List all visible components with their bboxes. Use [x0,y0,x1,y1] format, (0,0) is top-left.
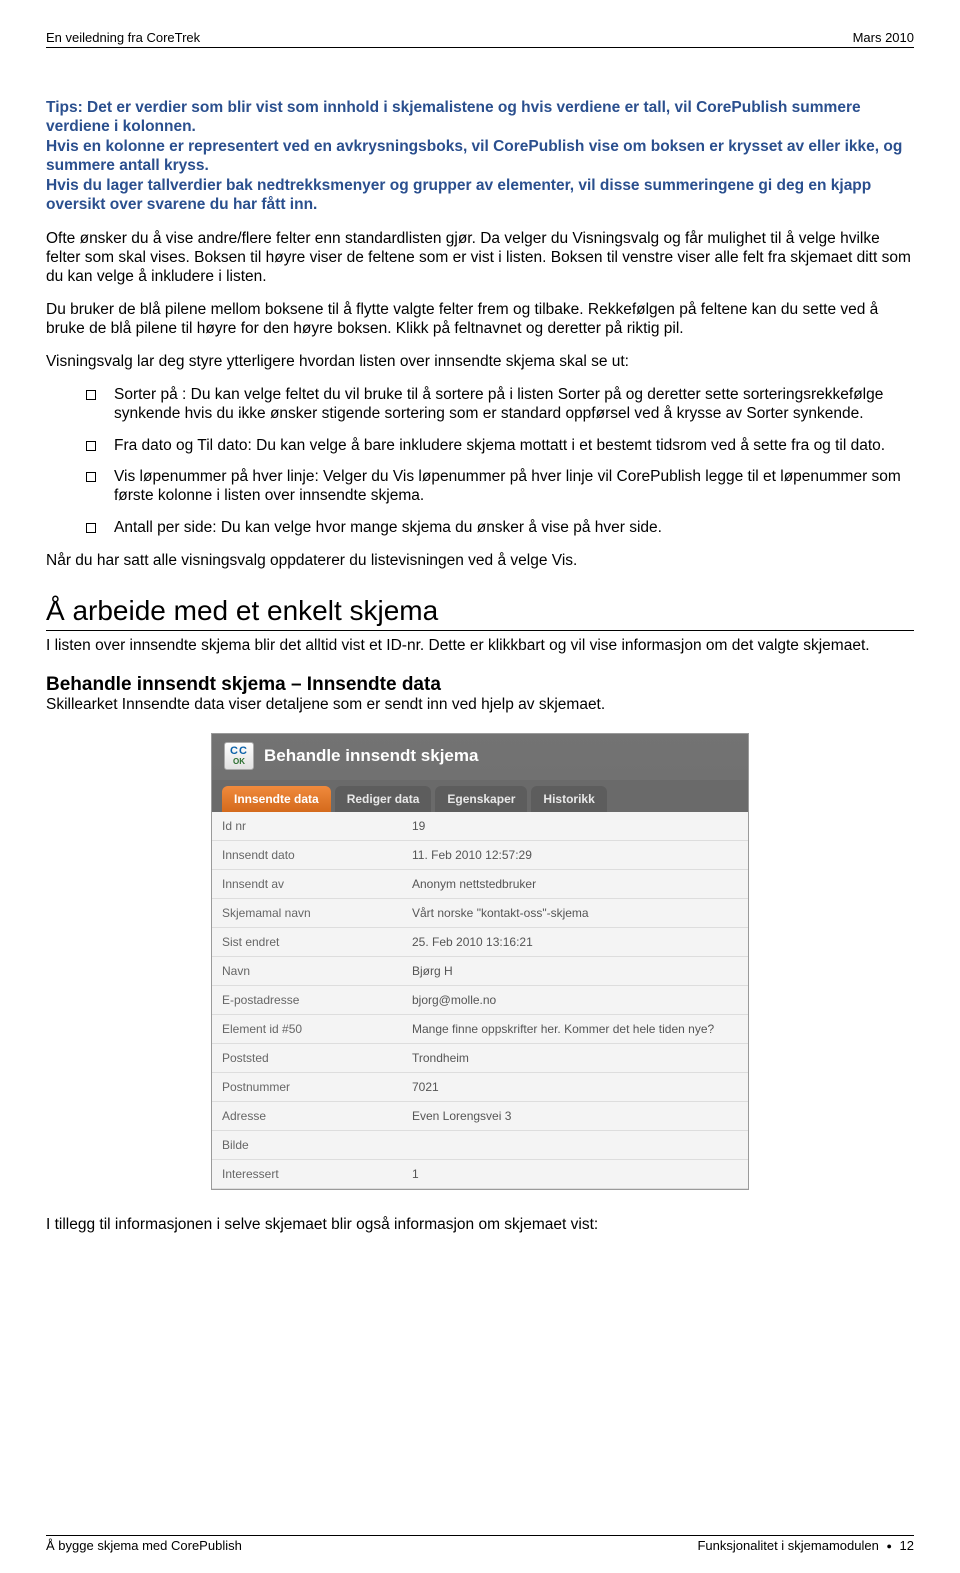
row-value: 25. Feb 2010 13:16:21 [402,927,748,956]
tab-innsendte-data[interactable]: Innsendte data [222,786,331,812]
body-paragraph: Når du har satt alle visningsvalg oppdat… [46,552,914,571]
table-row: Postnummer7021 [212,1072,748,1101]
row-value: Bjørg H [402,956,748,985]
tab-rediger-data[interactable]: Rediger data [335,786,432,812]
row-value: Mange finne oppskrifter her. Kommer det … [402,1014,748,1043]
row-value: 19 [402,812,748,841]
footer-page-number: 12 [900,1538,914,1553]
list-item: Vis løpenummer på hver linje: Velger du … [46,468,914,506]
row-key: Adresse [212,1101,402,1130]
row-value: 11. Feb 2010 12:57:29 [402,840,748,869]
row-key: Innsendt dato [212,840,402,869]
row-key: Bilde [212,1130,402,1159]
table-row: NavnBjørg H [212,956,748,985]
table-row: AdresseEven Lorengsvei 3 [212,1101,748,1130]
table-row: Skjemamal navnVårt norske "kontakt-oss"-… [212,898,748,927]
row-key: E-postadresse [212,985,402,1014]
table-row: PoststedTrondheim [212,1043,748,1072]
app-title: Behandle innsendt skjema [264,746,478,766]
footer-right: Funksjonalitet i skjemamodulen ● 12 [697,1538,914,1553]
app-icon-text-bottom: OK [233,757,245,766]
table-row: Innsendt avAnonym nettstedbruker [212,869,748,898]
app-screenshot: CC OK Behandle innsendt skjema Innsendte… [211,733,749,1190]
table-row: Sist endret25. Feb 2010 13:16:21 [212,927,748,956]
row-key: Poststed [212,1043,402,1072]
list-item: Fra dato og Til dato: Du kan velge å bar… [46,437,914,456]
list-item: Antall per side: Du kan velge hvor mange… [46,519,914,538]
table-row: Innsendt dato11. Feb 2010 12:57:29 [212,840,748,869]
row-value: 7021 [402,1072,748,1101]
table-row: Interessert1 [212,1159,748,1188]
body-paragraph: Ofte ønsker du å vise andre/flere felter… [46,230,914,287]
row-key: Navn [212,956,402,985]
table-row: Id nr19 [212,812,748,841]
section-heading: Å arbeide med et enkelt skjema [46,595,914,631]
body-paragraph: Du bruker de blå pilene mellom boksene t… [46,301,914,339]
row-value: 1 [402,1159,748,1188]
row-key: Id nr [212,812,402,841]
app-titlebar: CC OK Behandle innsendt skjema [212,734,748,780]
row-key: Interessert [212,1159,402,1188]
row-key: Element id #50 [212,1014,402,1043]
footer-left: Å bygge skjema med CorePublish [46,1538,242,1553]
row-value: Even Lorengsvei 3 [402,1101,748,1130]
footer-section-label: Funksjonalitet i skjemamodulen [697,1538,878,1553]
screenshot-container: CC OK Behandle innsendt skjema Innsendte… [46,733,914,1190]
body-paragraph: I listen over innsendte skjema blir det … [46,637,914,656]
row-key: Skjemamal navn [212,898,402,927]
row-key: Innsendt av [212,869,402,898]
bullet-list: Sorter på : Du kan velge feltet du vil b… [46,386,914,538]
app-icon-text-top: CC [230,746,248,757]
table-row: Bilde [212,1130,748,1159]
tab-egenskaper[interactable]: Egenskaper [435,786,527,812]
row-value: Anonym nettstedbruker [402,869,748,898]
list-item: Sorter på : Du kan velge feltet du vil b… [46,386,914,424]
tips-paragraph: Tips: Det er verdier som blir vist som i… [46,98,914,214]
page-footer: Å bygge skjema med CorePublish Funksjona… [46,1535,914,1553]
body-paragraph: Visningsvalg lar deg styre ytterligere h… [46,353,914,372]
page-header: En veiledning fra CoreTrek Mars 2010 [46,30,914,48]
bullet-icon: ● [882,1541,895,1551]
subsection-description: Skillearket Innsendte data viser detalje… [46,696,914,715]
header-right: Mars 2010 [853,30,914,45]
app-icon: CC OK [224,742,254,770]
row-key: Sist endret [212,927,402,956]
row-key: Postnummer [212,1072,402,1101]
table-row: Element id #50Mange finne oppskrifter he… [212,1014,748,1043]
row-value: Trondheim [402,1043,748,1072]
detail-table: Id nr19 Innsendt dato11. Feb 2010 12:57:… [212,812,748,1189]
tab-historikk[interactable]: Historikk [531,786,606,812]
table-row: E-postadressebjorg@molle.no [212,985,748,1014]
row-value [402,1130,748,1159]
subsection-heading: Behandle innsendt skjema – Innsendte dat… [46,674,914,696]
tab-bar: Innsendte data Rediger data Egenskaper H… [212,780,748,812]
body-paragraph: I tillegg til informasjonen i selve skje… [46,1216,914,1235]
row-value: bjorg@molle.no [402,985,748,1014]
header-left: En veiledning fra CoreTrek [46,30,200,45]
row-value: Vårt norske "kontakt-oss"-skjema [402,898,748,927]
